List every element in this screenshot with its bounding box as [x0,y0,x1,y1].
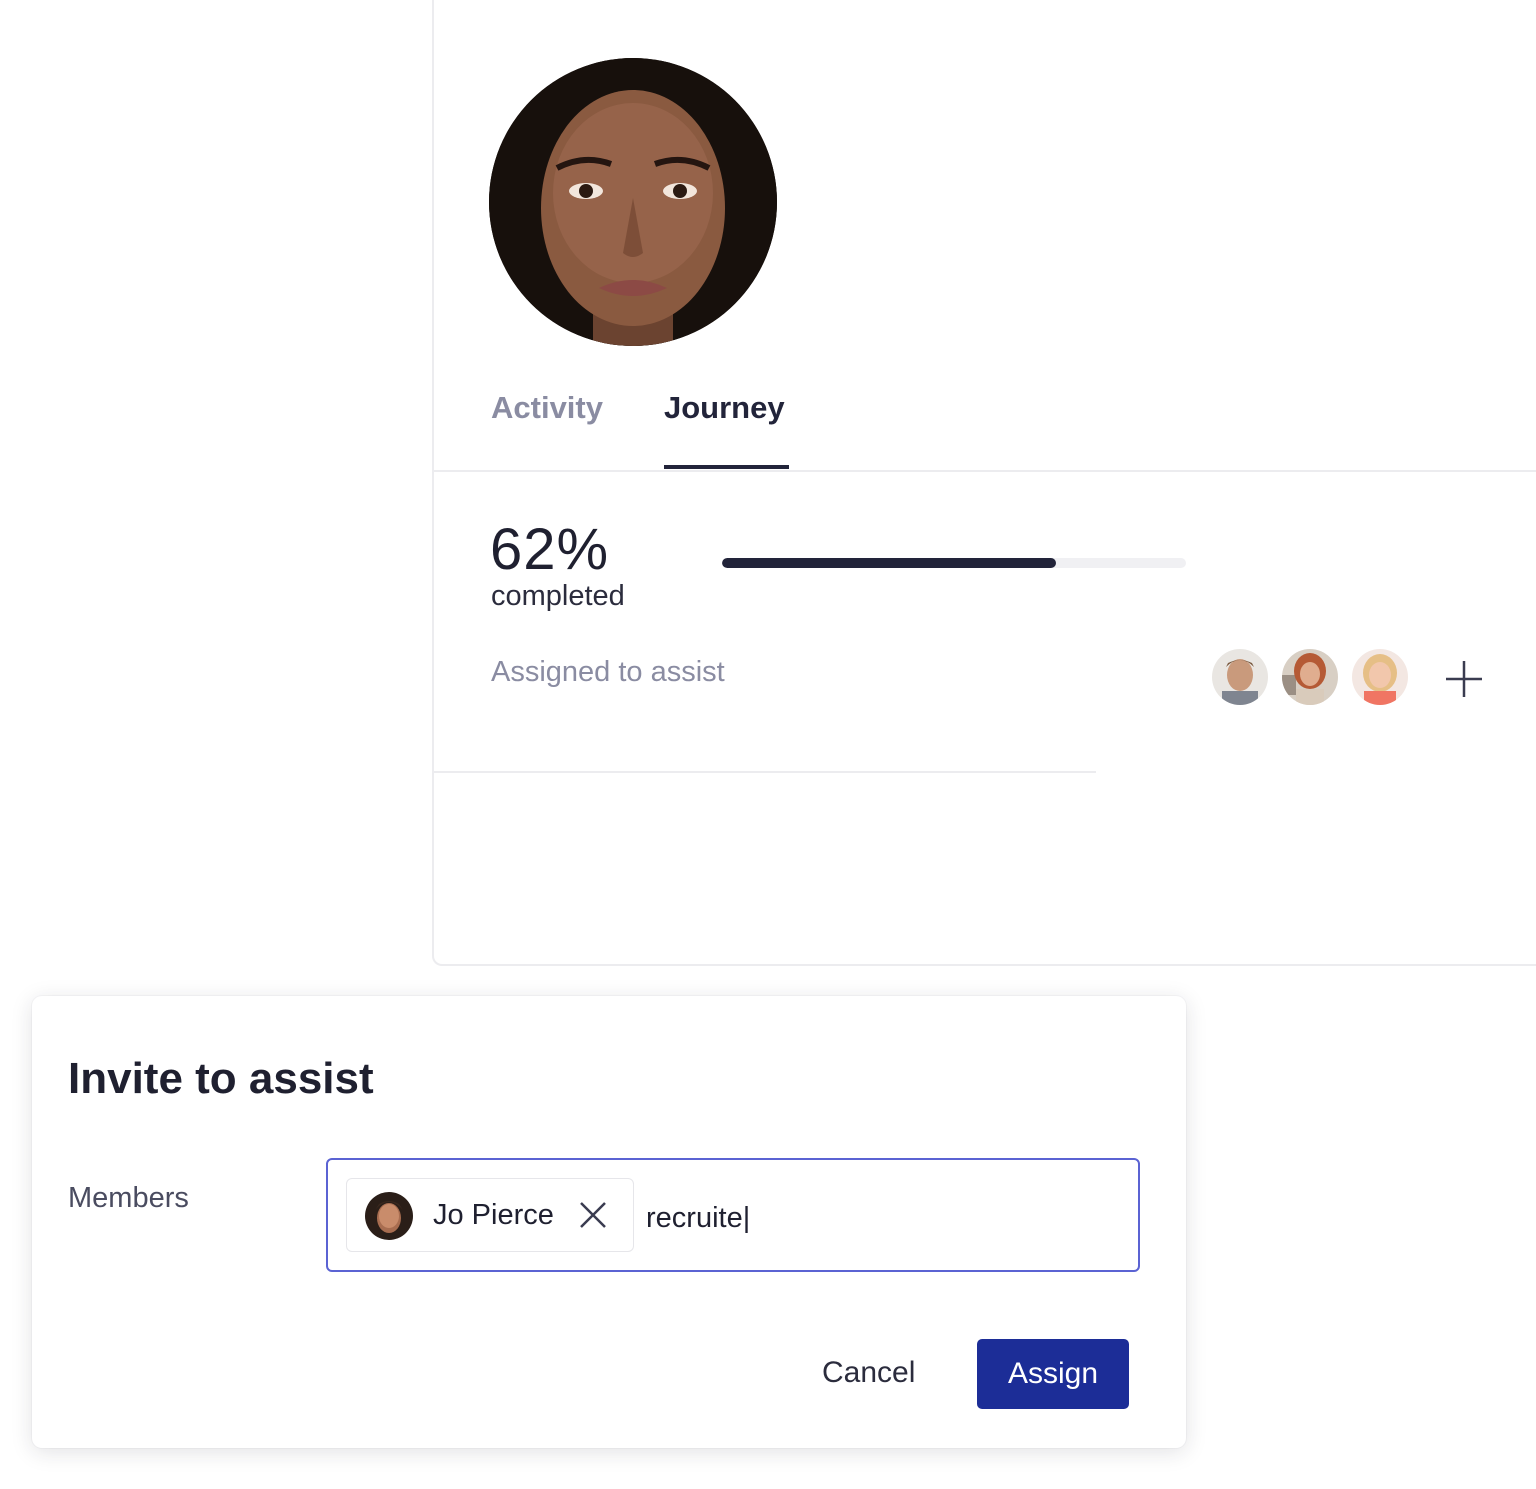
add-assignee-button[interactable] [1444,659,1484,699]
progress-percent: 62% [490,517,610,582]
tab-journey[interactable]: Journey [664,390,785,426]
member-chip-avatar [365,1192,413,1240]
section-divider [434,771,1096,773]
progress-bar [722,558,1186,568]
members-input-text[interactable]: recruite| [646,1202,750,1235]
tab-activity[interactable]: Activity [491,390,603,426]
member-chip: Jo Pierce [346,1178,634,1252]
progress-caption: completed [491,580,625,612]
members-input[interactable]: Jo Pierce recruite| [326,1158,1140,1272]
cancel-button[interactable]: Cancel [822,1356,915,1390]
members-label: Members [68,1182,189,1214]
profile-avatar [489,58,777,346]
assignee-avatar-2[interactable] [1280,647,1340,707]
member-chip-name: Jo Pierce [433,1199,554,1231]
active-tab-indicator [664,465,789,469]
invite-modal: Invite to assist Members Jo Pierce recru… [32,996,1186,1448]
assignee-avatar-1[interactable] [1210,647,1270,707]
assignee-avatar-3[interactable] [1350,647,1410,707]
plus-icon [1446,661,1482,697]
assign-button[interactable]: Assign [977,1339,1129,1409]
member-chip-remove-button[interactable] [577,1199,609,1231]
profile-card: Activity Journey 62% completed Assigned … [432,0,1536,966]
assigned-label: Assigned to assist [491,656,725,688]
tabs-divider [434,470,1536,472]
close-icon [580,1202,606,1228]
modal-title: Invite to assist [68,1054,374,1103]
progress-bar-fill [722,558,1057,568]
